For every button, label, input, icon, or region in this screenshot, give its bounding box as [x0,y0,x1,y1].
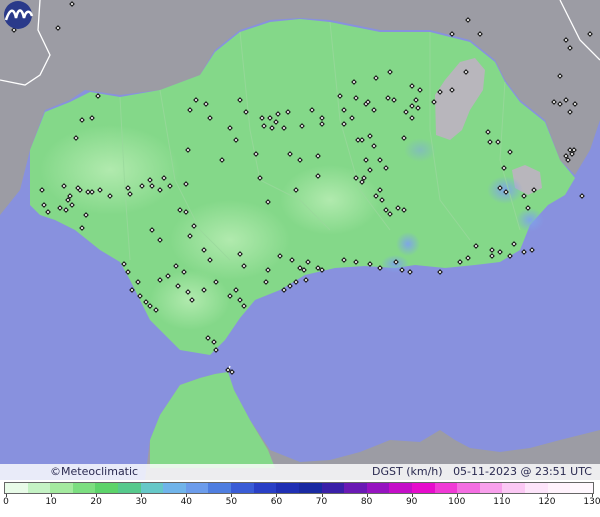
legend-swatch [163,483,186,493]
legend-swatch [140,483,164,493]
legend-tick-label: 30 [135,497,147,507]
legend-swatch [50,483,73,493]
brand-label: ©Meteoclimatic [50,465,139,478]
legend-swatch [253,483,277,493]
legend-tick-label: 130 [583,497,600,507]
legend-swatch [547,483,571,493]
legend-swatch [411,483,435,493]
legend-swatch [321,483,345,493]
legend-swatch [95,483,119,493]
legend-swatch [185,483,209,493]
legend-swatch [72,483,96,493]
map-view[interactable]: ©Meteoclimatic DGST (km/h) 05-11-2023 @ … [0,0,600,480]
legend-swatch [344,483,367,493]
legend-tick-label: 40 [180,497,193,507]
map-canvas [0,0,600,480]
legend-tick-label: 70 [315,497,328,507]
legend-tick-label: 80 [360,497,373,507]
legend-swatch [298,483,322,493]
legend-swatch [27,483,51,493]
legend-swatch [525,483,548,493]
legend-tick-label: 60 [270,497,283,507]
map-caption: DGST (km/h) 05-11-2023 @ 23:51 UTC [372,464,592,480]
meteoclimatic-logo [4,1,34,29]
datetime-label: 05-11-2023 @ 23:51 UTC [453,465,592,478]
legend-swatch [570,483,593,493]
legend-tick-label: 100 [448,497,466,507]
legend-swatch [366,483,390,493]
legend-swatch [118,483,141,493]
legend-swatch [5,483,28,493]
legend-swatch [389,483,412,493]
legend-tick-label: 110 [493,497,511,507]
variable-label: DGST (km/h) [372,465,443,478]
legend-swatch [276,483,299,493]
info-bar: ©Meteoclimatic DGST (km/h) 05-11-2023 @ … [0,464,600,480]
legend-tick-label: 50 [225,497,238,507]
legend-tick-label: 90 [405,497,418,507]
legend-tick-label: 120 [538,497,556,507]
legend-tick-label: 10 [45,497,57,507]
legend-swatch [231,483,254,493]
legend-swatch [434,483,458,493]
legend-tick-label: 20 [90,497,102,507]
legend-tick-label: 0 [3,497,9,507]
color-legend: 0 10 20 30 40 50 60 70 80 90 100 110 120 130 [0,480,600,517]
legend-swatch [208,483,232,493]
legend-swatch [457,483,480,493]
legend-swatch [479,483,503,493]
legend-color-bar [4,482,594,494]
legend-swatch [502,483,526,493]
